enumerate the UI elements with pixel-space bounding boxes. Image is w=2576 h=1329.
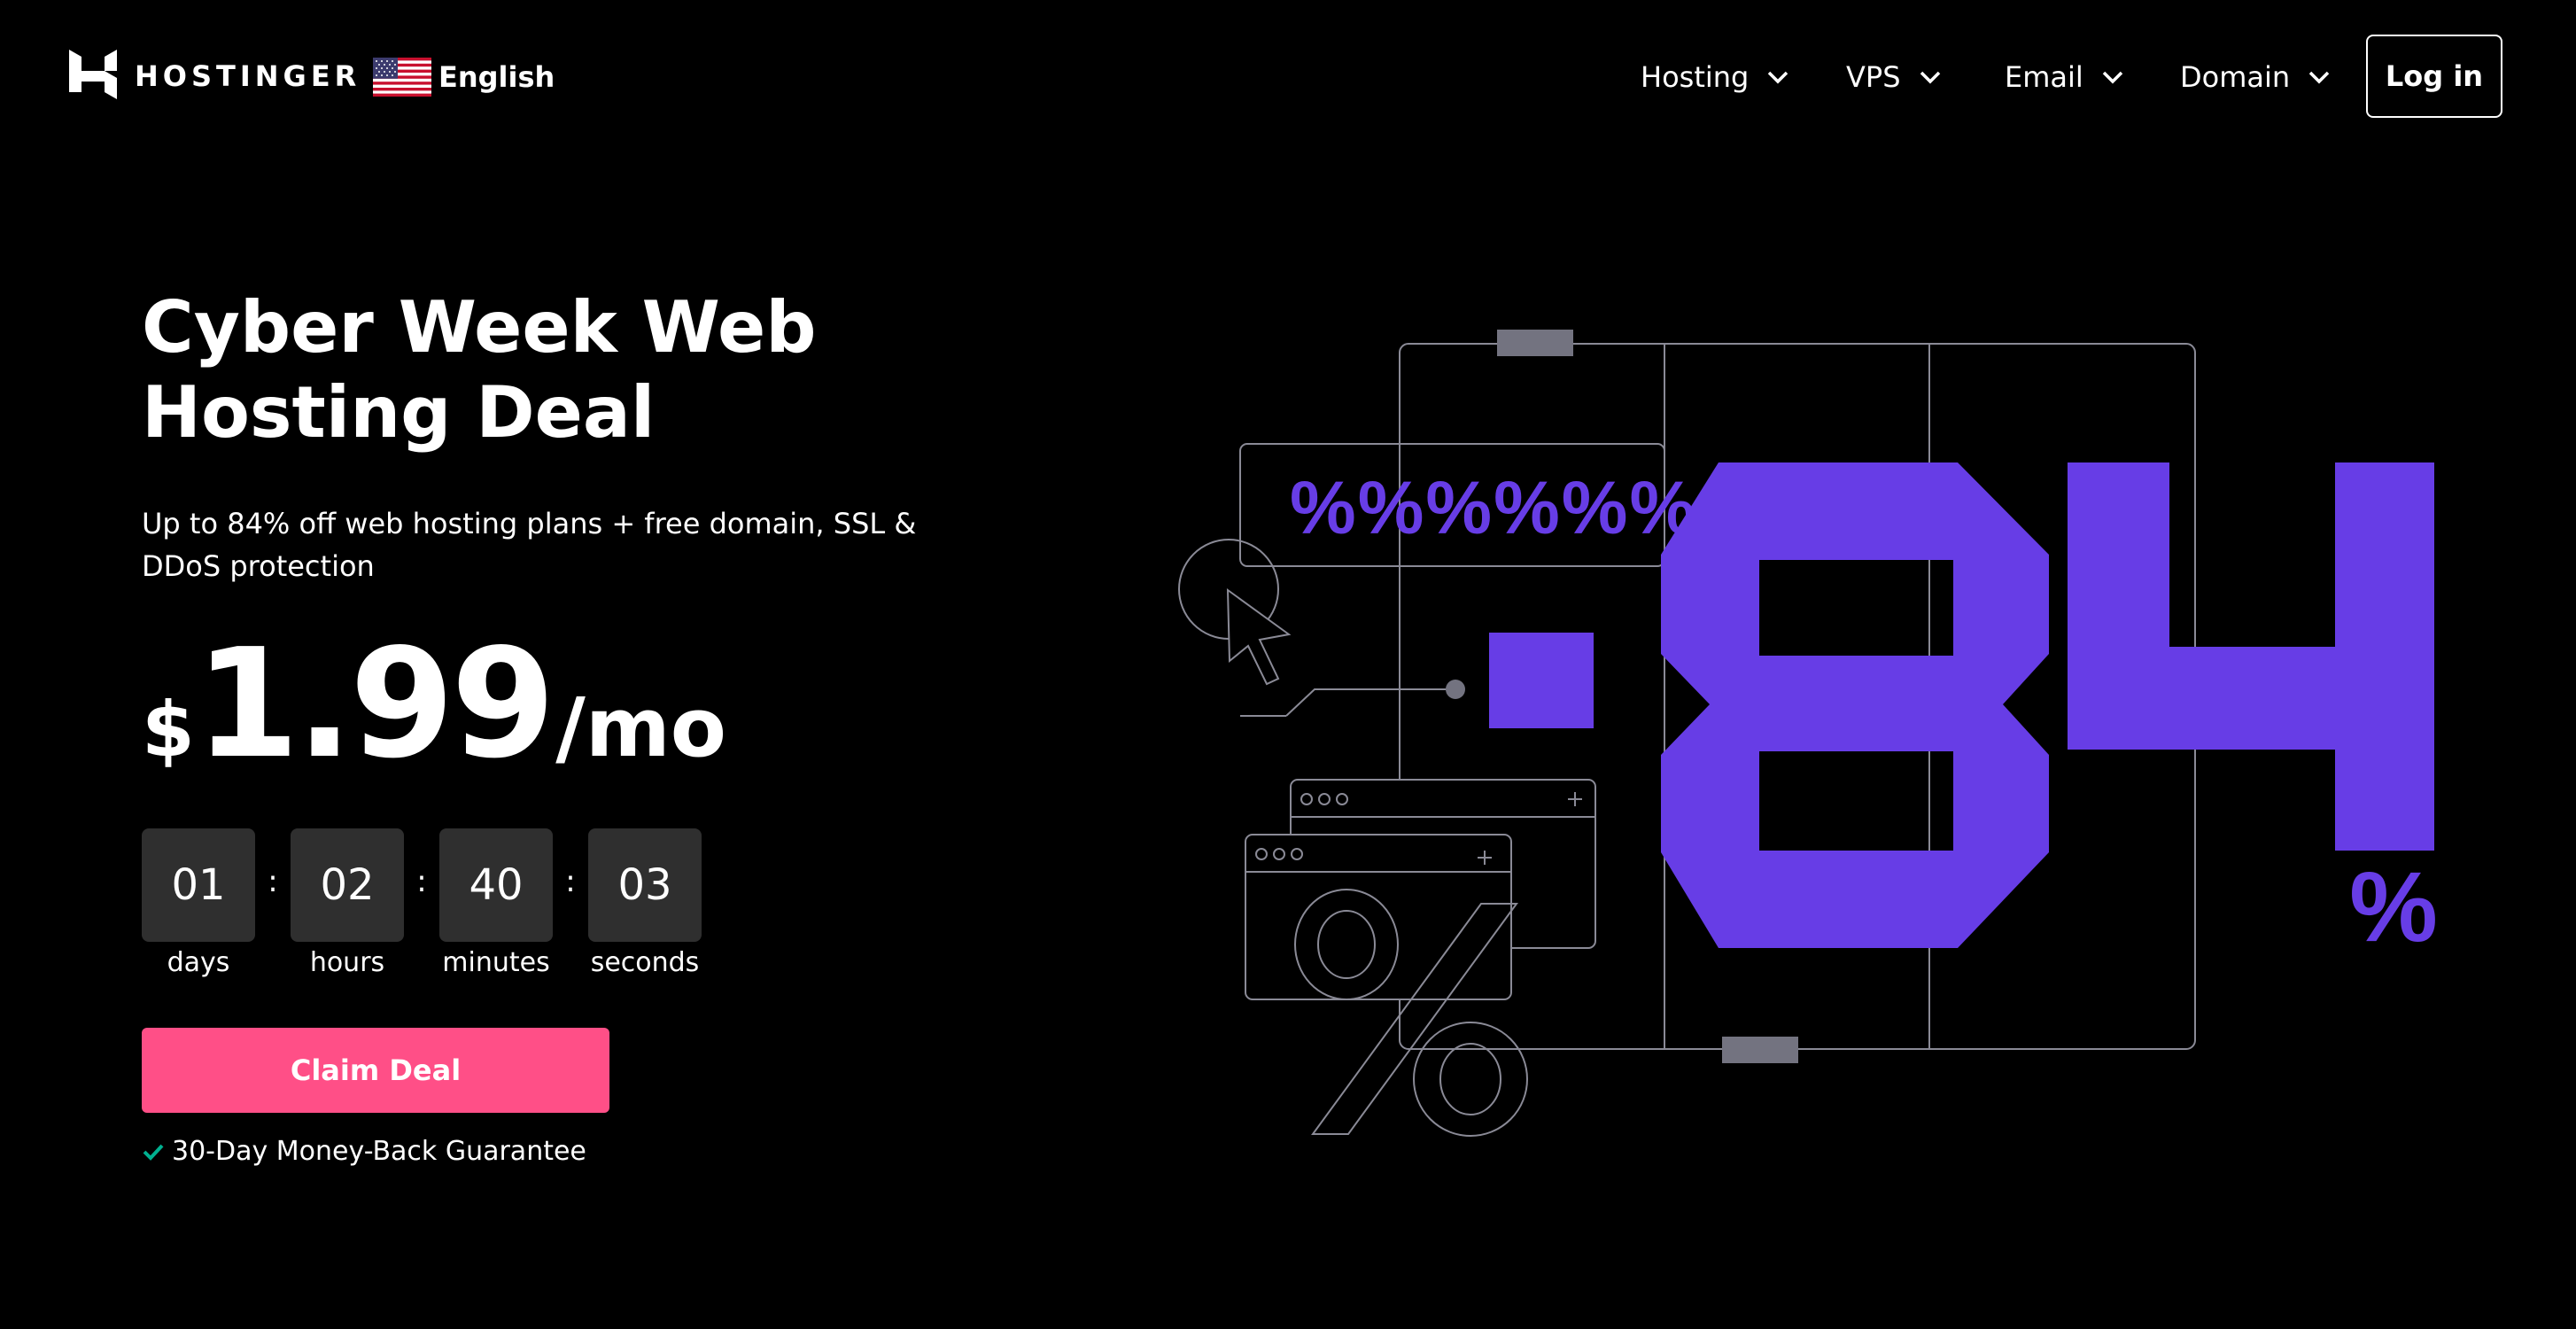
hero-title: Cyber Week Web Hosting Deal	[142, 285, 939, 455]
login-button[interactable]: Log in	[2366, 35, 2502, 118]
big-percent-sign: %	[2349, 851, 2438, 962]
countdown-seconds: 03 seconds	[588, 828, 702, 978]
countdown-hours-value: 02	[291, 828, 404, 942]
nav-domain-label: Domain	[2180, 60, 2291, 94]
countdown-timer: 01 days : 02 hours : 40 minutes : 03 sec…	[142, 828, 709, 979]
browser-window-front	[1245, 834, 1512, 1000]
price-amount: 1.99	[194, 617, 555, 792]
language-label: English	[438, 60, 555, 94]
illustration-frame	[1178, 343, 2196, 1050]
cursor-arrow-icon	[1226, 588, 1292, 686]
slider-dot	[1446, 680, 1465, 699]
chevron-down-icon	[1768, 71, 1788, 84]
countdown-days-label: days	[167, 947, 230, 978]
countdown-separator: :	[416, 864, 427, 899]
countdown-minutes-value: 40	[439, 828, 553, 942]
accent-square	[1489, 633, 1594, 728]
countdown-hours-label: hours	[309, 947, 385, 978]
countdown-days-value: 01	[142, 828, 255, 942]
countdown-separator: :	[565, 864, 576, 899]
nav-email[interactable]: Email	[2005, 50, 2124, 105]
percent-row: %%%%%%	[1290, 466, 1697, 549]
chevron-down-icon	[1920, 71, 1940, 84]
price-currency: $	[142, 686, 195, 774]
nav-vps[interactable]: VPS	[1846, 50, 1942, 105]
countdown-minutes-label: minutes	[442, 947, 550, 978]
nav-email-label: Email	[2005, 60, 2083, 94]
hero-subtitle: Up to 84% off web hosting plans + free d…	[142, 502, 939, 587]
big-number-84	[1661, 462, 2434, 948]
nav-vps-label: VPS	[1846, 60, 1901, 94]
page: HOSTINGER English Hosting VPS Email Doma…	[0, 0, 2576, 1329]
brand-name: HOSTINGER	[135, 59, 361, 93]
countdown-hours: 02 hours	[291, 828, 404, 978]
nav-domain[interactable]: Domain	[2180, 50, 2331, 105]
hero-title-line-1: Cyber Week Web	[142, 286, 817, 369]
frame-tab-bottom	[1722, 1037, 1798, 1063]
price: $ 1.99 /mo	[142, 625, 726, 784]
nav-hosting-label: Hosting	[1641, 60, 1750, 94]
price-period: /mo	[555, 680, 726, 775]
countdown-seconds-label: seconds	[590, 947, 700, 978]
chevron-down-icon	[2308, 71, 2330, 84]
frame-tab-top	[1497, 330, 1573, 356]
hero-subtitle-line-2: DDoS protection	[142, 549, 375, 583]
guarantee-text: 30-Day Money-Back Guarantee	[172, 1136, 586, 1167]
chevron-down-icon	[2102, 71, 2123, 84]
countdown-seconds-value: 03	[588, 828, 702, 942]
countdown-days: 01 days	[142, 828, 255, 978]
hero-title-line-2: Hosting Deal	[142, 371, 656, 454]
us-flag-icon	[373, 58, 431, 97]
nav-hosting[interactable]: Hosting	[1641, 50, 1789, 105]
hero-subtitle-line-1: Up to 84% off web hosting plans + free d…	[142, 507, 917, 540]
claim-deal-button[interactable]: Claim Deal	[142, 1028, 609, 1113]
countdown-minutes: 40 minutes	[439, 828, 553, 978]
outline-percent-sign	[1294, 889, 1528, 1137]
hostinger-logo-icon	[69, 50, 117, 99]
check-icon	[143, 1144, 164, 1161]
money-back-guarantee: 30-Day Money-Back Guarantee	[142, 1136, 586, 1167]
language-selector[interactable]: English	[373, 50, 555, 105]
brand-logo[interactable]: HOSTINGER	[69, 50, 361, 103]
browser-window-back	[1290, 779, 1596, 949]
countdown-separator: :	[268, 864, 278, 899]
